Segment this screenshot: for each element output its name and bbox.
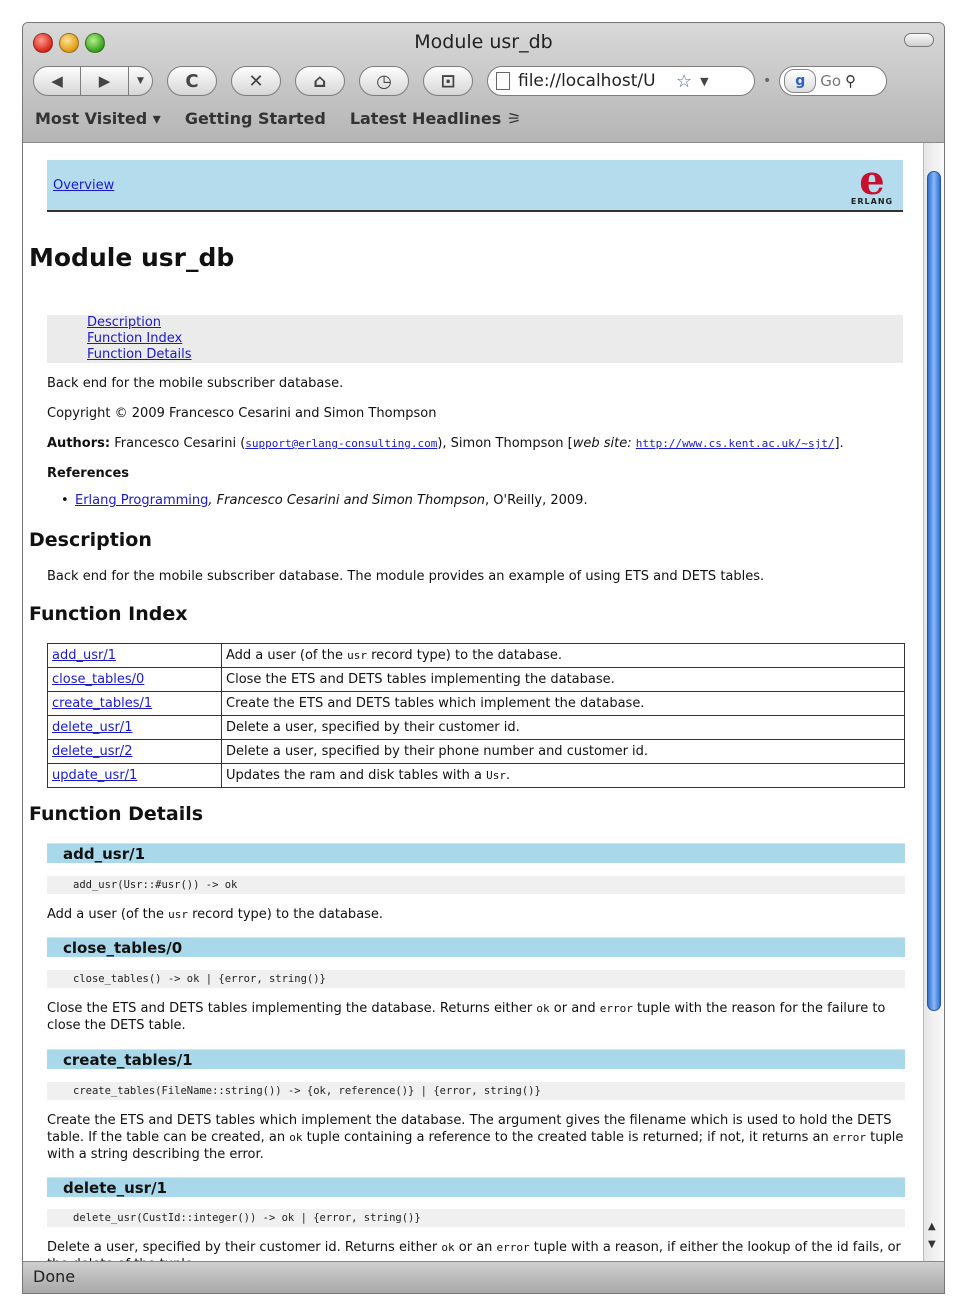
table-row: close_tables/0 Close the ETS and DETS tab… <box>47 667 905 692</box>
description-text: Back end for the mobile subscriber datab… <box>47 569 765 584</box>
module-summary: Back end for the mobile subscriber datab… <box>47 376 344 391</box>
function-index-description: Delete a user, specified by their phone … <box>221 739 905 764</box>
url-text: file://localhost/U <box>518 71 656 91</box>
overview-link[interactable]: Overview <box>53 178 114 193</box>
function-description: Delete a user, specified by their custom… <box>47 1240 901 1263</box>
bookmark-latest-headlines[interactable]: Latest Headlines ⚞ <box>350 109 521 128</box>
function-spec: create_tables(FileName::string()) -> {ok… <box>47 1082 905 1100</box>
function-index-table: add_usr/1 Add a user (of the usr record t… <box>47 643 905 788</box>
search-engine-icon[interactable]: g <box>784 69 817 93</box>
function-index-description: Close the ETS and DETS tables implementi… <box>221 667 905 692</box>
toolbar-toggle-button[interactable] <box>904 33 934 47</box>
star-icon[interactable]: ☆ <box>676 71 692 92</box>
reference-item: Erlang Programming, Francesco Cesarini a… <box>61 493 588 508</box>
copyright: Copyright © 2009 Francesco Cesarini and … <box>47 406 437 421</box>
function-index-link[interactable]: create_tables/1 <box>52 696 152 711</box>
toolbar: Module usr_db ◀ ▶ ▼ C ✕ ⌂ ◷ ⊡ file://loc… <box>23 23 944 143</box>
table-row: add_usr/1 Add a user (of the usr record t… <box>47 643 905 668</box>
function-description: Close the ETS and DETS tables implementi… <box>47 1001 886 1033</box>
function-description: Create the ETS and DETS tables which imp… <box>47 1113 904 1162</box>
reload-icon: C <box>185 70 199 92</box>
function-index-description: Updates the ram and disk tables with a U… <box>221 763 905 788</box>
status-text: Done <box>33 1267 76 1286</box>
page-icon <box>496 72 510 90</box>
clock-icon: ◷ <box>376 70 392 92</box>
history-button[interactable]: ◷ <box>359 66 409 96</box>
function-index-link[interactable]: delete_usr/2 <box>52 744 132 759</box>
toc-description-link[interactable]: Description <box>87 315 161 330</box>
search-field[interactable]: g Go ⚲ <box>779 66 888 96</box>
toolbar-separator: • <box>763 73 772 89</box>
page-content: Overview e ERLANG Module usr_db Descript… <box>23 143 925 1263</box>
function-heading: close_tables/0 <box>47 937 905 957</box>
bookmark-most-visited[interactable]: Most Visited ▾ <box>35 109 161 128</box>
function-description: Add a user (of the usr record type) to t… <box>47 907 384 922</box>
table-row: create_tables/1 Create the ETS and DETS t… <box>47 691 905 716</box>
scroll-up-icon[interactable]: ▲ <box>928 1221 936 1232</box>
table-row: delete_usr/2 Delete a user, specified by … <box>47 739 905 764</box>
bookmark-icon: ⊡ <box>440 70 456 92</box>
table-of-contents: Description Function Index Function Deta… <box>47 315 903 363</box>
browser-window: Module usr_db ◀ ▶ ▼ C ✕ ⌂ ◷ ⊡ file://loc… <box>22 22 945 1294</box>
doc-navbar: Overview e ERLANG <box>47 160 903 212</box>
back-forward-group: ◀ ▶ ▼ <box>33 66 153 96</box>
function-index-link[interactable]: update_usr/1 <box>52 768 137 783</box>
back-arrow-icon: ◀ <box>51 72 63 90</box>
description-heading: Description <box>29 529 152 551</box>
authors: Authors: Francesco Cesarini (support@erl… <box>47 436 844 451</box>
references-label: References <box>47 466 130 481</box>
function-index-description: Delete a user, specified by their custom… <box>221 715 905 740</box>
history-dropdown-button[interactable]: ▼ <box>129 66 153 96</box>
function-heading: add_usr/1 <box>47 843 905 863</box>
search-placeholder: Go <box>820 72 842 90</box>
forward-arrow-icon: ▶ <box>98 72 111 90</box>
function-spec: add_usr(Usr::#usr()) -> ok <box>47 876 905 894</box>
table-row: delete_usr/1 Delete a user, specified by … <box>47 715 905 740</box>
vertical-scrollbar[interactable]: ▲ ▼ <box>923 143 944 1263</box>
window-title: Module usr_db <box>414 31 553 53</box>
page-title: Module usr_db <box>29 243 235 272</box>
function-index-heading: Function Index <box>29 603 188 625</box>
home-button[interactable]: ⌂ <box>295 66 345 96</box>
bookmarks-bar: Most Visited ▾ Getting Started Latest He… <box>35 109 521 128</box>
function-index-link[interactable]: close_tables/0 <box>52 672 144 687</box>
author2-website-link[interactable]: http://www.cs.kent.ac.uk/~sjt/ <box>636 437 835 450</box>
url-bar[interactable]: file://localhost/U ☆ ▼ <box>487 66 755 96</box>
table-row: update_usr/1 Updates the ram and disk tab… <box>47 763 905 788</box>
function-index-link[interactable]: add_usr/1 <box>52 648 116 663</box>
toc-function-index-link[interactable]: Function Index <box>87 331 182 346</box>
toc-function-details-link[interactable]: Function Details <box>87 347 192 362</box>
bookmark-getting-started[interactable]: Getting Started <box>185 109 326 128</box>
scrollbar-thumb[interactable] <box>927 171 941 1011</box>
magnifier-icon[interactable]: ⚲ <box>845 72 856 90</box>
scroll-down-icon[interactable]: ▼ <box>928 1239 936 1250</box>
back-button[interactable]: ◀ <box>33 66 81 96</box>
function-index-description: Add a user (of the usr record type) to t… <box>221 643 905 668</box>
function-spec: delete_usr(CustId::integer()) -> ok | {e… <box>47 1209 905 1227</box>
status-bar: Done <box>23 1261 944 1293</box>
home-icon: ⌂ <box>313 70 327 92</box>
reload-button[interactable]: C <box>167 66 217 96</box>
author1-email-link[interactable]: support@erlang-consulting.com <box>245 437 437 450</box>
chevron-down-icon[interactable]: ▼ <box>700 75 708 88</box>
function-heading: delete_usr/1 <box>47 1177 905 1197</box>
function-heading: create_tables/1 <box>47 1049 905 1069</box>
function-spec: close_tables() -> ok | {error, string()} <box>47 970 905 988</box>
navigation-toolbar: ◀ ▶ ▼ C ✕ ⌂ ◷ ⊡ file://localhost/U ☆ ▼ •… <box>33 65 934 97</box>
function-index-description: Create the ETS and DETS tables which imp… <box>221 691 905 716</box>
reference-link[interactable]: Erlang Programming <box>75 493 208 508</box>
function-details-heading: Function Details <box>29 803 204 825</box>
erlang-logo-text: ERLANG <box>850 197 894 206</box>
chevron-down-icon: ▼ <box>137 76 144 86</box>
bookmark-button[interactable]: ⊡ <box>423 66 473 96</box>
erlang-logo-icon: e ERLANG <box>847 161 897 207</box>
function-index-link[interactable]: delete_usr/1 <box>52 720 132 735</box>
stop-button[interactable]: ✕ <box>231 66 281 96</box>
forward-button[interactable]: ▶ <box>81 66 129 96</box>
stop-icon: ✕ <box>248 70 264 92</box>
